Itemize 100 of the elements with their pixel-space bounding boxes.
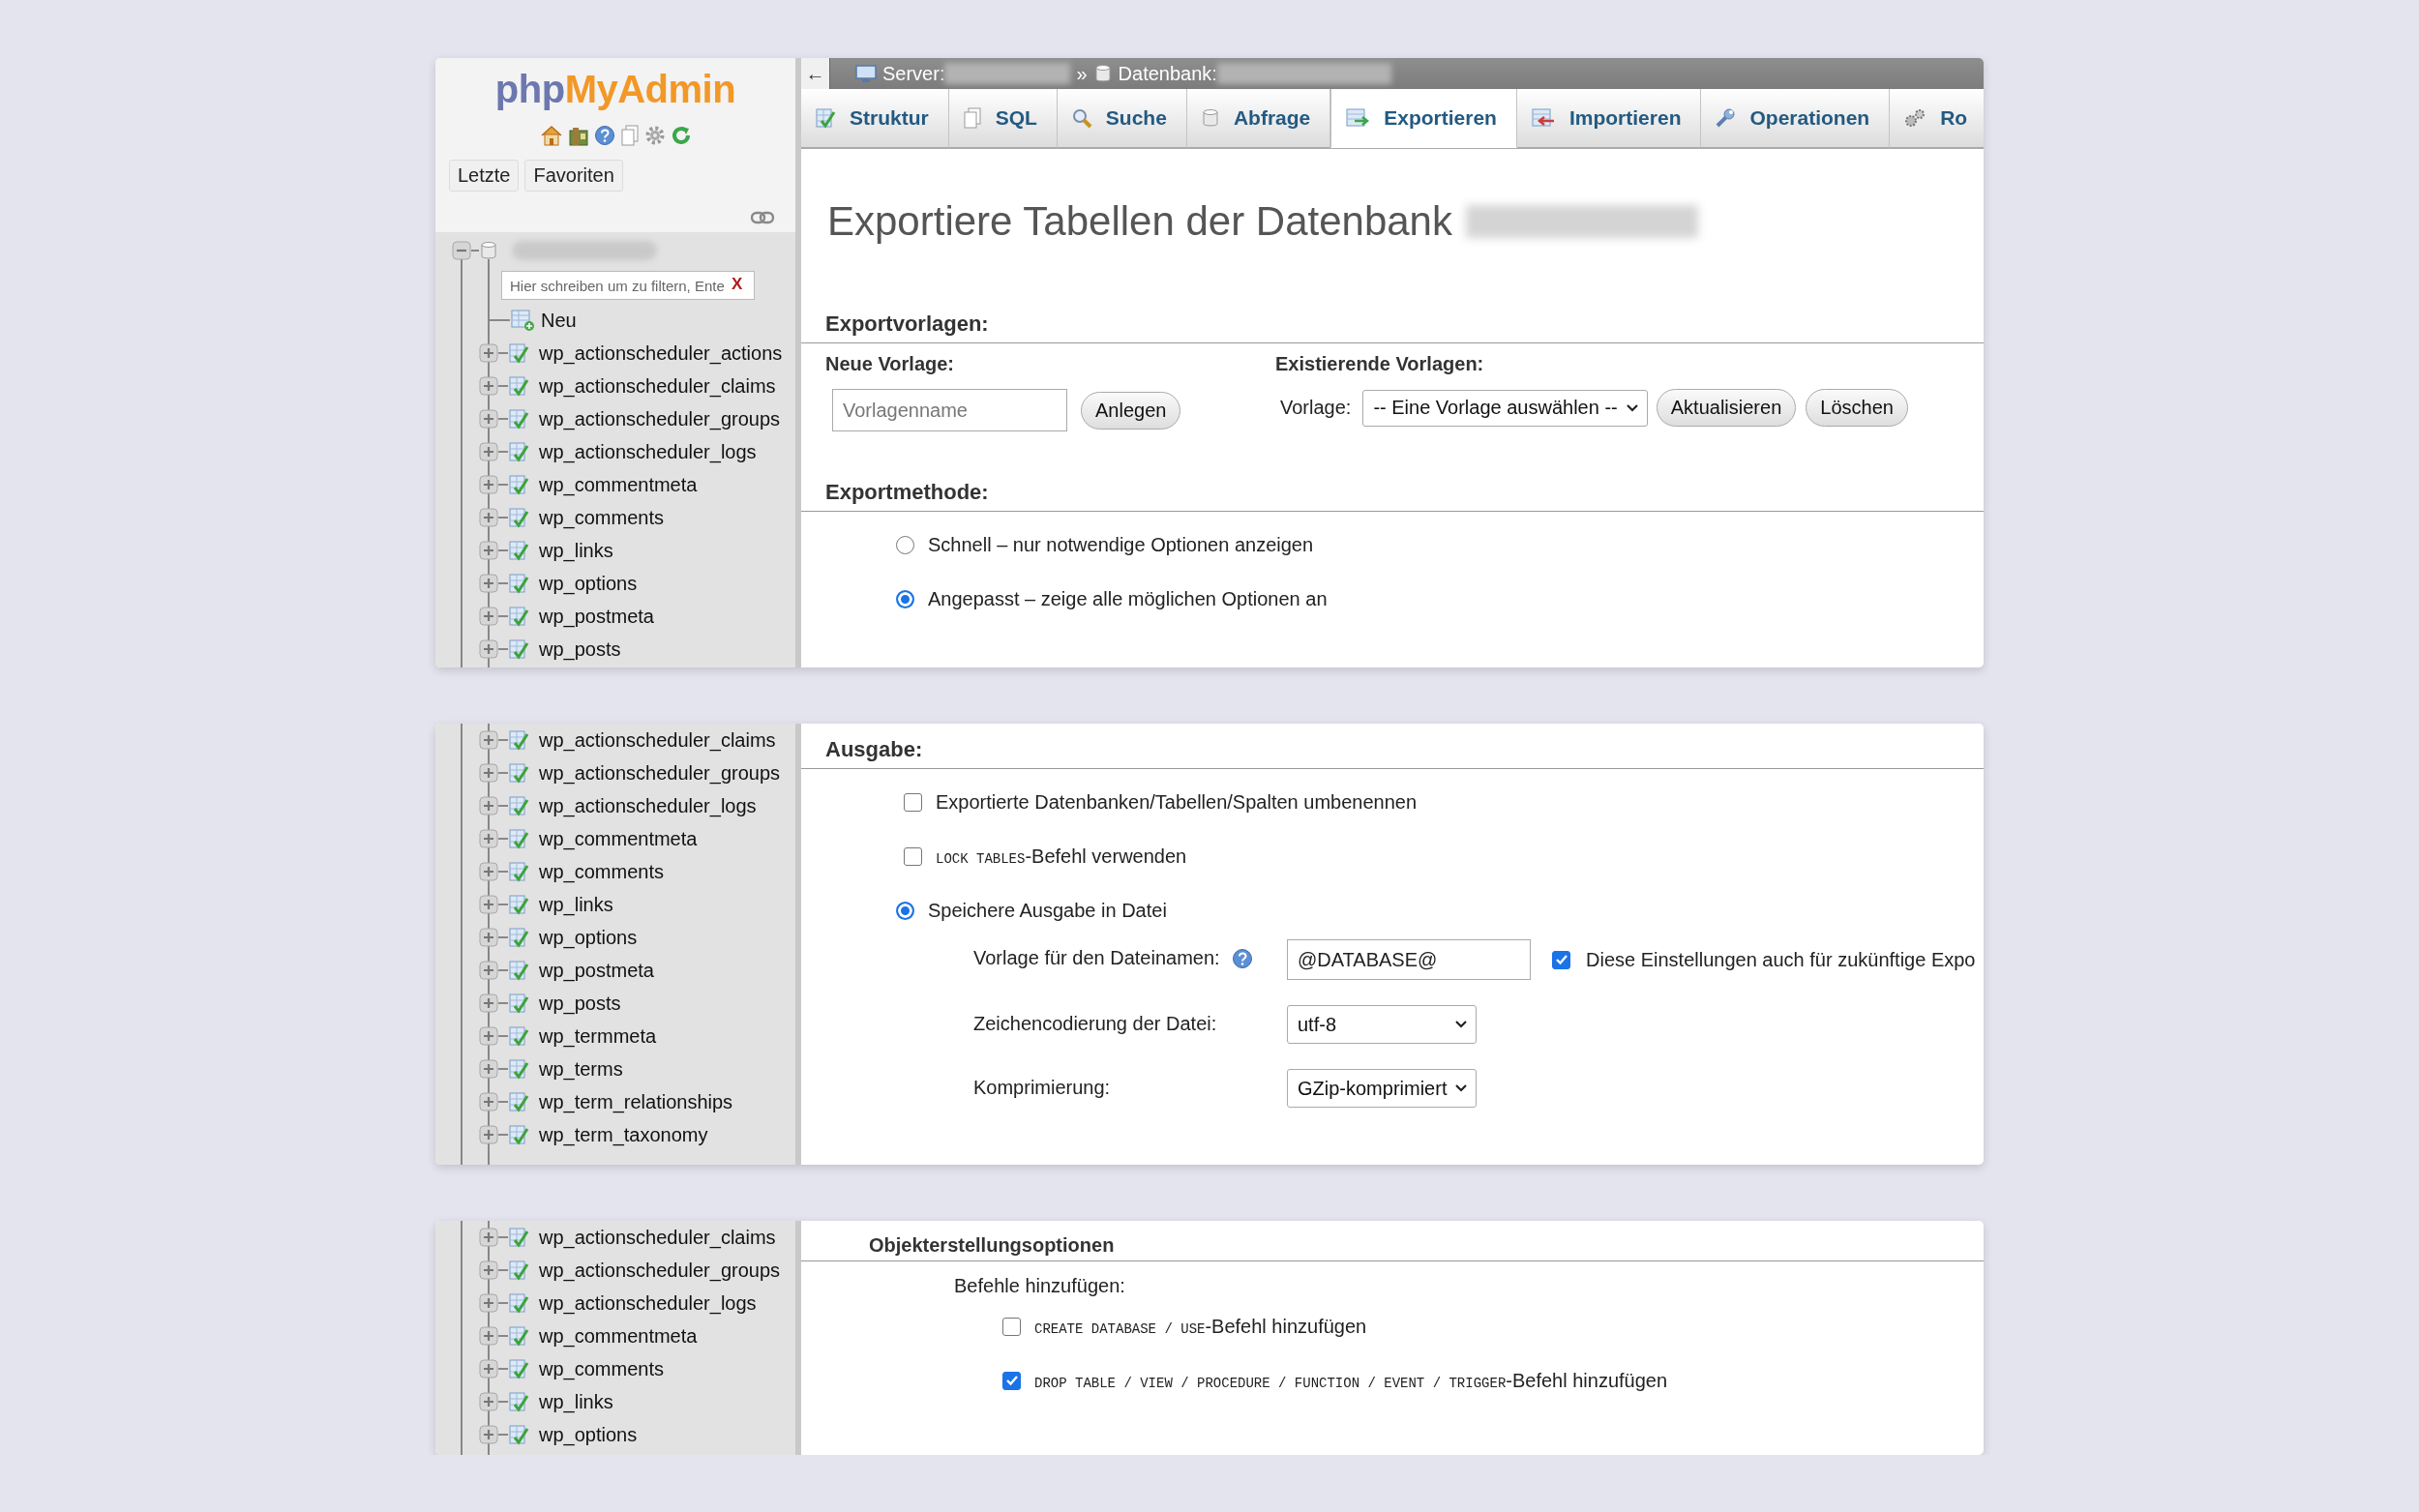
checkbox[interactable] — [1002, 1317, 1021, 1336]
expand-icon[interactable] — [479, 1125, 498, 1144]
template-button[interactable]: Aktualisieren — [1656, 389, 1797, 427]
template-dropdown[interactable]: -- Eine Vorlage auswählen -- — [1362, 389, 1648, 427]
expand-icon[interactable] — [479, 1059, 498, 1079]
expand-icon[interactable] — [479, 343, 498, 363]
reload-icon[interactable] — [670, 125, 692, 146]
tree-item[interactable]: wp_commentmeta — [539, 1324, 698, 1348]
checkbox[interactable] — [904, 792, 922, 812]
tab[interactable]: SQL — [948, 89, 1058, 148]
dropdown[interactable]: GZip-komprimiert — [1287, 1069, 1478, 1108]
table-check-icon — [508, 894, 529, 915]
tree-item[interactable]: wp_postmeta — [539, 959, 654, 982]
tree-item[interactable]: wp_actionscheduler_logs — [539, 1291, 757, 1315]
chevron-icon — [1454, 1083, 1469, 1093]
section-heading: Exportmethode: — [801, 480, 1984, 512]
expand-icon[interactable] — [479, 508, 498, 527]
tree-item[interactable]: wp_term_taxonomy — [539, 1123, 708, 1146]
tab[interactable]: Operationen — [1701, 89, 1891, 148]
tree-item[interactable]: wp_commentmeta — [539, 473, 698, 496]
expand-icon[interactable] — [479, 376, 498, 396]
tab[interactable]: Abfrage — [1186, 89, 1331, 148]
tree-item[interactable]: wp_comments — [539, 860, 664, 883]
settings-icon[interactable] — [643, 125, 666, 146]
expand-icon[interactable] — [479, 475, 498, 494]
expand-icon[interactable] — [479, 1425, 498, 1444]
tree-item[interactable]: wp_links — [539, 539, 613, 562]
checkbox[interactable] — [1552, 950, 1570, 969]
tree-item[interactable]: wp_links — [539, 1390, 613, 1413]
tree-item[interactable]: wp_actionscheduler_actions — [539, 341, 783, 365]
nav-button[interactable]: Letzte — [449, 160, 520, 192]
expand-icon[interactable] — [479, 829, 498, 848]
expand-icon[interactable] — [479, 639, 498, 659]
create-button[interactable]: Anlegen — [1081, 391, 1181, 430]
table-check-icon — [508, 993, 529, 1014]
tree-item[interactable]: wp_actionscheduler_claims — [539, 1226, 776, 1249]
clear-button[interactable]: X — [728, 275, 747, 294]
expand-icon[interactable] — [479, 1326, 498, 1346]
expand-icon[interactable] — [479, 895, 498, 914]
link-icon[interactable] — [751, 211, 774, 224]
tree-item[interactable]: wp_options — [539, 1423, 638, 1446]
tree-item[interactable]: wp_actionscheduler_groups — [539, 761, 781, 785]
template-button[interactable]: Löschen — [1806, 389, 1908, 427]
tree-item[interactable]: wp_postmeta — [539, 605, 654, 628]
filename-field[interactable]: @DATABASE@ — [1287, 939, 1531, 980]
home-icon[interactable] — [539, 125, 563, 146]
nav-button[interactable]: Favoriten — [524, 160, 623, 192]
help-icon[interactable] — [593, 125, 615, 146]
tree-item[interactable]: wp_posts — [539, 992, 621, 1015]
tree-item[interactable]: wp_actionscheduler_groups — [539, 407, 781, 430]
tree-item[interactable]: wp_term_relationships — [539, 1090, 733, 1113]
expand-icon[interactable] — [479, 574, 498, 593]
expand-icon[interactable] — [479, 1359, 498, 1379]
tree-item[interactable]: wp_actionscheduler_claims — [539, 374, 776, 398]
tab[interactable]: Suche — [1057, 89, 1187, 148]
expand-icon[interactable] — [479, 993, 498, 1013]
radio-button[interactable] — [896, 589, 914, 608]
expand-icon[interactable] — [479, 607, 498, 626]
tree-item[interactable]: wp_actionscheduler_groups — [539, 1259, 781, 1282]
expand-icon[interactable] — [479, 928, 498, 947]
tree-item[interactable]: wp_comments — [539, 1357, 664, 1380]
expand-icon[interactable] — [479, 1026, 498, 1046]
tree-item[interactable]: wp_actionscheduler_logs — [539, 794, 757, 817]
radio-button[interactable] — [896, 535, 914, 554]
tree-item[interactable]: Neu — [541, 309, 577, 332]
tree-item[interactable]: wp_posts — [539, 637, 621, 661]
tree-item[interactable]: wp_options — [539, 572, 638, 595]
expand-icon[interactable] — [479, 763, 498, 783]
back-button[interactable]: ← — [801, 58, 830, 89]
tree-item[interactable]: wp_commentmeta — [539, 827, 698, 850]
expand-icon[interactable] — [479, 409, 498, 429]
tree-item[interactable]: wp_links — [539, 893, 613, 916]
expand-icon[interactable] — [479, 1228, 498, 1247]
tab[interactable]: Exportieren — [1330, 89, 1517, 148]
tab[interactable]: Struktur — [801, 89, 949, 148]
checkbox[interactable] — [1002, 1371, 1021, 1390]
expand-icon[interactable] — [479, 730, 498, 750]
collapse-icon[interactable] — [452, 241, 471, 260]
radio-button[interactable] — [896, 901, 914, 920]
expand-icon[interactable] — [479, 1293, 498, 1313]
dropdown[interactable]: utf-8 — [1287, 1005, 1477, 1044]
tree-item[interactable]: wp_actionscheduler_claims — [539, 728, 776, 752]
table-check-icon — [508, 408, 529, 430]
tree-item[interactable]: wp_actionscheduler_logs — [539, 440, 757, 463]
expand-icon[interactable] — [479, 961, 498, 980]
tab[interactable]: Importieren — [1516, 89, 1702, 148]
expand-icon[interactable] — [479, 541, 498, 560]
tree-item[interactable]: wp_terms — [539, 1057, 623, 1081]
checkbox[interactable] — [904, 846, 922, 866]
expand-icon[interactable] — [479, 442, 498, 461]
document-icon[interactable] — [619, 125, 640, 146]
template-name-field[interactable]: Vorlagenname — [832, 389, 1067, 431]
expand-icon[interactable] — [479, 1260, 498, 1280]
tree-item[interactable]: wp_comments — [539, 506, 664, 529]
tree-item[interactable]: wp_options — [539, 926, 638, 949]
tree-item[interactable]: wp_termmeta — [539, 1024, 657, 1048]
expand-icon[interactable] — [479, 796, 498, 815]
expand-icon[interactable] — [479, 862, 498, 881]
expand-icon[interactable] — [479, 1092, 498, 1112]
expand-icon[interactable] — [479, 1392, 498, 1411]
